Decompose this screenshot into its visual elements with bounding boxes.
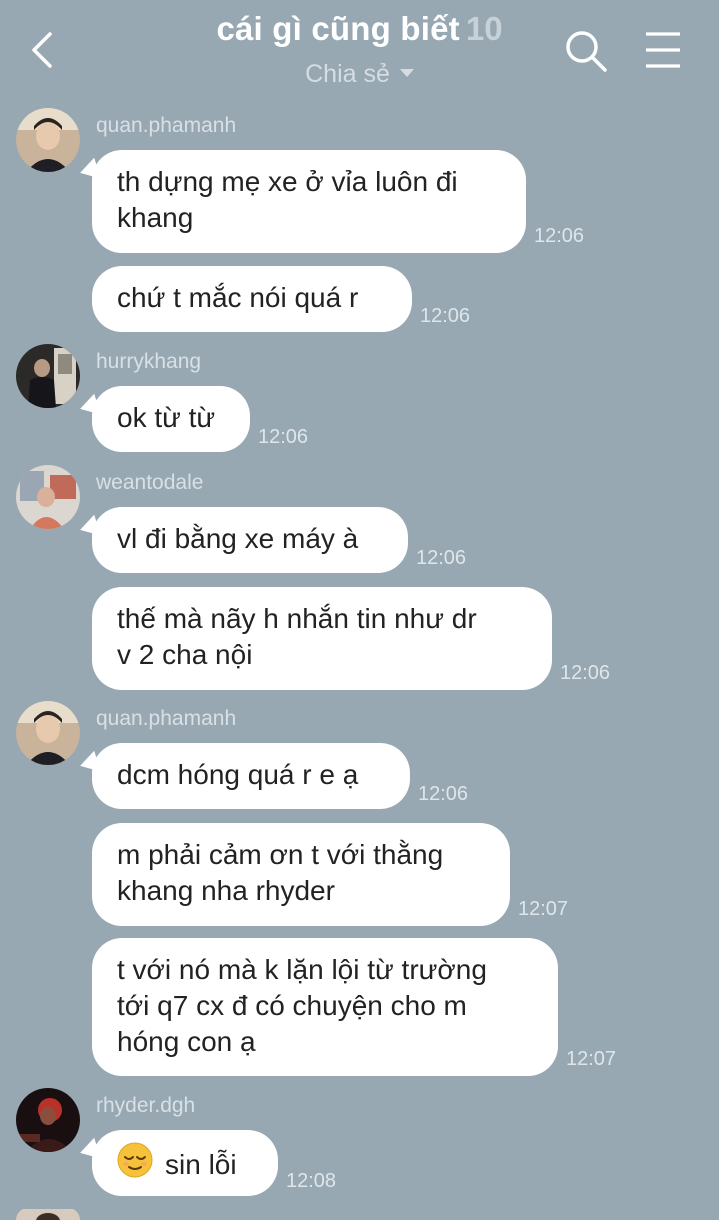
message-bubble[interactable]: chứ t mắc nói quá r [92,266,412,332]
message-bubble[interactable]: dcm hóng quá r e ạ [92,743,410,809]
user-photo-icon [16,465,80,529]
message-time: 12:06 [420,305,471,327]
message-line: ok từ từ [117,402,216,433]
message-time: 12:07 [518,898,569,920]
member-count: 10 [465,10,503,47]
message-line: v 2 cha nội [117,639,253,670]
message-time: 12:06 [416,547,467,569]
user-photo-icon [16,701,80,765]
relieved-face-emoji [117,1142,153,1187]
message-time: 12:06 [534,225,585,247]
message-line: dcm hóng quá r e ạ [117,759,359,790]
message-line: t với nó mà k lặn lội từ trường [117,954,487,985]
share-label: Chia sẻ [305,60,390,88]
message-line: tới q7 cx đ có chuyện cho m [117,990,467,1021]
message-line: vl đi bằng xe máy à [117,523,359,554]
message-line: thế mà nãy h nhắn tin như dr [117,603,477,634]
message-line: th dựng mẹ xe ở vỉa luôn đi [117,166,458,197]
sender-name: quan.phamanh [96,707,237,730]
chat-header: cái gì cũng biết 10 Chia sẻ [0,0,719,100]
message-bubble[interactable]: m phải cảm ơn t với thằng khang nha rhyd… [92,823,510,926]
message-time: 12:08 [286,1170,337,1192]
sender-name: weantodale [96,471,204,494]
avatar-hurrykhang[interactable] [16,344,80,408]
user-photo-icon [16,1088,80,1152]
message-line: khang nha rhyder [117,875,335,906]
message-bubble[interactable]: ok từ từ [92,386,250,452]
message-bubble[interactable]: vl đi bằng xe máy à [92,507,408,573]
avatar-quan-phamanh[interactable] [16,108,80,172]
message-line: hóng con ạ [117,1026,256,1057]
avatar-quan-phamanh[interactable] [16,701,80,765]
message-bubble[interactable]: thế mà nãy h nhắn tin như dr v 2 cha nội [92,587,552,690]
menu-icon [646,32,680,68]
user-photo-icon [16,344,80,408]
avatar-weantodale[interactable] [16,465,80,529]
search-button[interactable] [563,28,609,74]
message-line: khang [117,202,194,233]
chat-title: cái gì cũng biết [216,10,460,47]
message-time: 12:06 [258,426,309,448]
avatar-rhyder-dgh[interactable] [16,1088,80,1152]
message-time: 12:06 [560,662,611,684]
user-photo-icon [16,1209,80,1220]
menu-button[interactable] [644,30,682,70]
search-icon [566,31,607,72]
sender-name: rhyder.dgh [96,1094,196,1117]
message-bubble[interactable]: th dựng mẹ xe ở vỉa luôn đi khang [92,150,526,253]
share-dropdown[interactable]: Chia sẻ [0,60,719,89]
sender-name: quan.phamanh [96,114,237,137]
message-time: 12:07 [566,1048,617,1070]
message-line: m phải cảm ơn t với thằng [117,839,444,870]
user-photo-icon [16,108,80,172]
message-bubble[interactable]: sin lỗi [92,1130,278,1196]
message-line: sin lỗi [165,1148,237,1180]
chevron-down-icon [399,69,414,78]
message-line: chứ t mắc nói quá r [117,282,359,313]
message-time: 12:06 [418,783,469,805]
chat-title-group[interactable]: cái gì cũng biết 10 [0,10,719,48]
avatar-next-partial [16,1208,80,1220]
message-bubble[interactable]: t với nó mà k lặn lội từ trường tới q7 c… [92,938,558,1076]
sender-name: hurrykhang [96,350,202,373]
